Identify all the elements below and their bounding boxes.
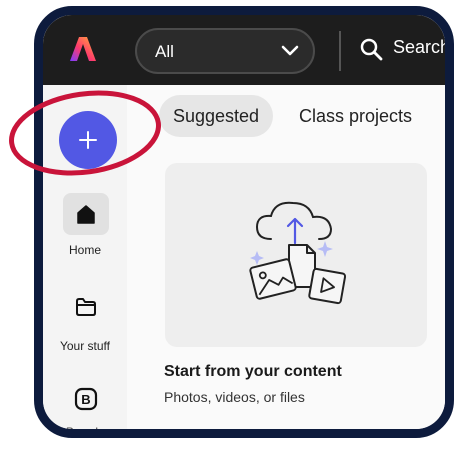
- chevron-down-icon: [281, 45, 299, 56]
- tab-suggested[interactable]: Suggested: [159, 95, 274, 137]
- left-sidebar: Home Your stuff B Brands: [43, 85, 128, 429]
- upload-card[interactable]: [165, 163, 427, 347]
- content-filter-dropdown[interactable]: All: [135, 28, 315, 74]
- next-card[interactable]: [445, 163, 454, 347]
- tab-class-projects[interactable]: Class projects: [285, 95, 426, 137]
- sidebar-item-label: Your stuff: [59, 339, 111, 353]
- card-title: Start from your content: [164, 363, 342, 380]
- search-input[interactable]: Search: [393, 37, 445, 58]
- brand-icon[interactable]: B: [74, 387, 98, 411]
- create-button[interactable]: [59, 111, 117, 169]
- tab-next[interactable]: B: [437, 95, 445, 137]
- sidebar-item-label: Home: [68, 243, 101, 257]
- topbar-divider: [339, 31, 341, 71]
- folder-icon[interactable]: [75, 297, 97, 317]
- home-icon: [77, 205, 95, 224]
- adobe-express-logo[interactable]: [69, 35, 97, 63]
- filter-value: All: [155, 42, 174, 61]
- top-bar: All Search: [43, 15, 445, 85]
- card-subtitle: Photos, videos, or files: [164, 389, 305, 405]
- svg-text:B: B: [81, 392, 90, 407]
- sidebar-item-label: Brands: [65, 425, 105, 438]
- app-window: All Search Home Your stuff B Brands Sugg…: [34, 6, 454, 438]
- search-icon[interactable]: [359, 37, 383, 61]
- cloud-upload-illustration: [249, 201, 347, 305]
- main-content: Suggested Class projects B: [127, 85, 445, 429]
